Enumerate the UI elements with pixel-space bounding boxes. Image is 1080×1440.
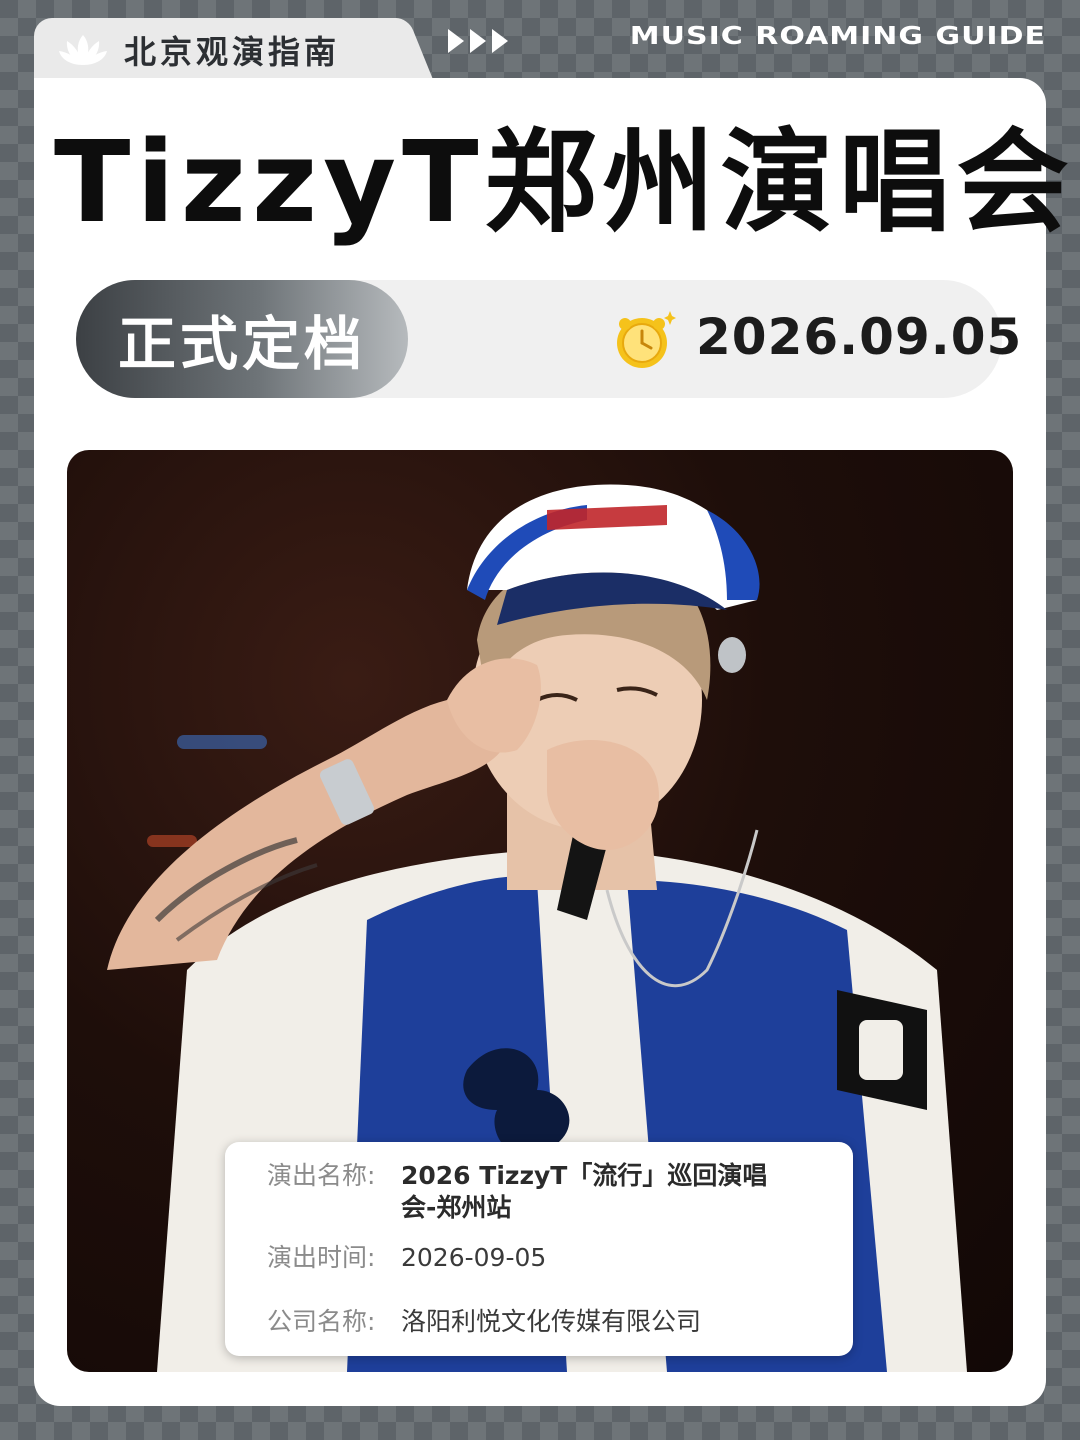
status-row: 正式定档 2026.09.05 (76, 280, 1021, 398)
brand-name: 北京观演指南 (124, 33, 341, 71)
concert-date: 2026.09.05 (696, 308, 1023, 366)
show-name-row: 演出名称: 2026 TizzyT「流行」巡回演唱会-郑州站 (267, 1160, 831, 1224)
alarm-clock-icon (617, 311, 676, 368)
show-name-value: 2026 TizzyT「流行」巡回演唱会-郑州站 (401, 1161, 768, 1222)
page-title: TizzyT郑州演唱会 (54, 118, 1075, 248)
company-row: 公司名称: 洛阳利悦文化传媒有限公司 (267, 1306, 831, 1338)
show-info-card: 演出名称: 2026 TizzyT「流行」巡回演唱会-郑州站 演出时间: 202… (225, 1142, 853, 1356)
brand-tab: 北京观演指南 (34, 18, 406, 82)
show-time-row: 演出时间: 2026-09-05 (267, 1242, 831, 1274)
top-bar: 北京观演指南 MUSIC ROAMING GUIDE (34, 18, 1046, 82)
triple-arrow-icon (448, 29, 508, 53)
main-card: TizzyT郑州演唱会 正式定档 2026.09.05 演出名称: 2026 T… (34, 78, 1075, 1406)
tagline: MUSIC ROAMING GUIDE (629, 22, 1046, 51)
status-label: 正式定档 (117, 310, 366, 378)
show-time-label: 演出时间: (267, 1243, 376, 1272)
company-label: 公司名称: (267, 1307, 376, 1336)
lotus-icon (59, 35, 107, 65)
performer-photo: 演出名称: 2026 TizzyT「流行」巡回演唱会-郑州站 演出时间: 202… (67, 450, 1013, 1372)
show-name-label: 演出名称: (267, 1161, 376, 1190)
company-value: 洛阳利悦文化传媒有限公司 (401, 1307, 702, 1336)
status-pill: 正式定档 (76, 280, 408, 398)
show-time-value: 2026-09-05 (401, 1243, 547, 1272)
